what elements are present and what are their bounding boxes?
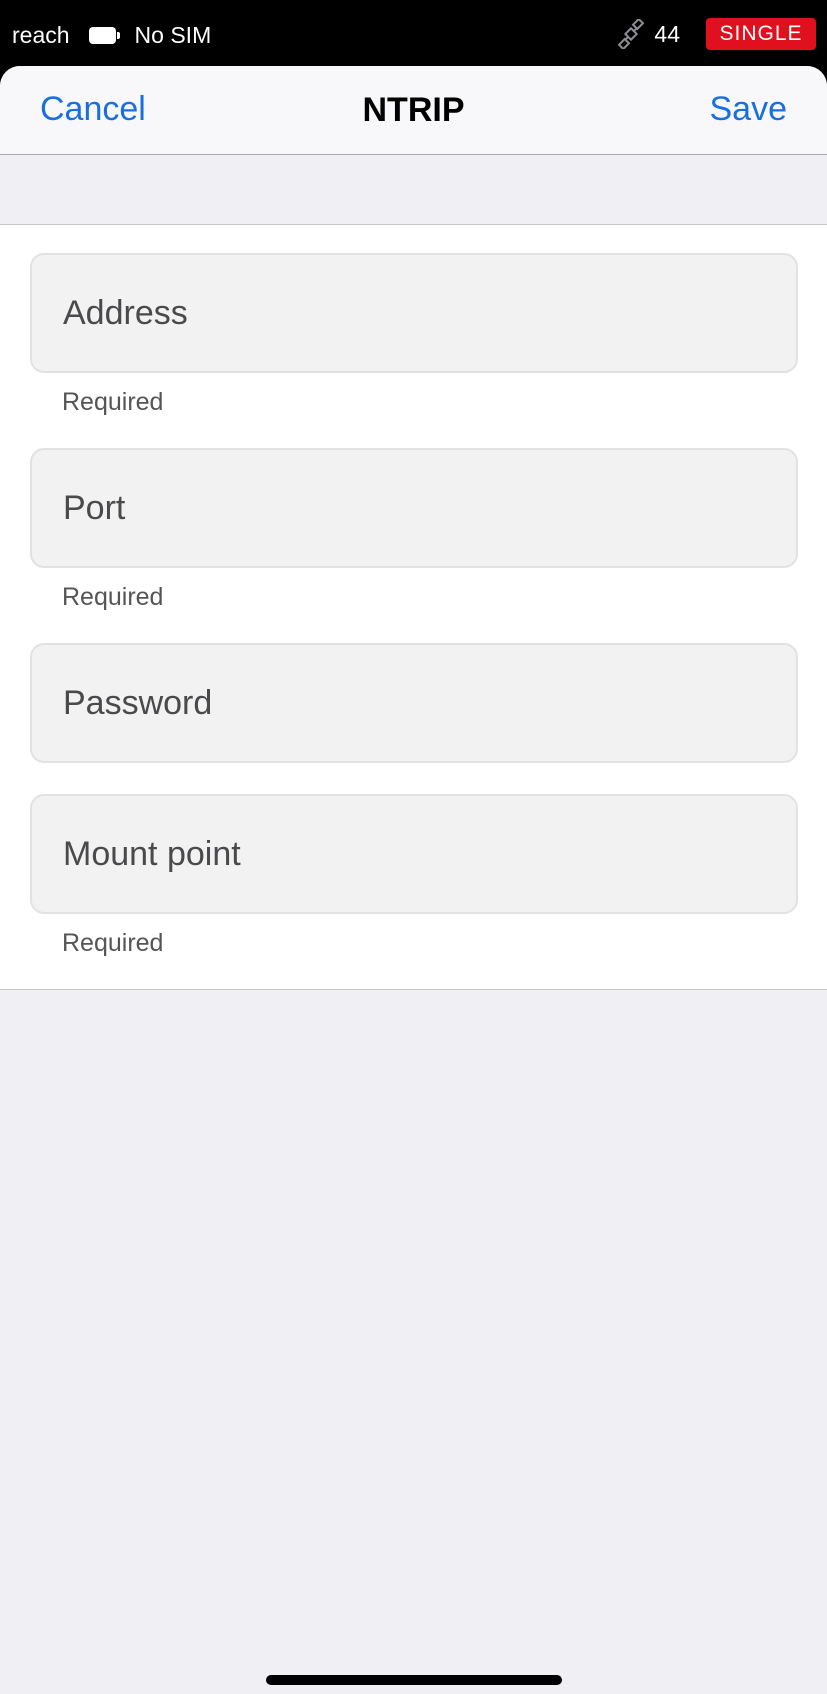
status-bar: reach No SIM 44 SINGLE: [0, 0, 827, 68]
solution-status-badge: SINGLE: [706, 18, 816, 50]
carrier-label: No SIM: [134, 21, 212, 48]
satellite-count: 44: [654, 20, 680, 47]
address-field-container[interactable]: [30, 253, 798, 373]
satellite-icon: [618, 19, 645, 49]
nav-bar: Cancel NTRIP Save: [0, 66, 827, 155]
password-input[interactable]: [32, 645, 796, 761]
status-right: 44 SINGLE: [616, 18, 816, 50]
mount-point-helper-text: Required: [62, 929, 164, 957]
mount-point-field-container[interactable]: [30, 794, 798, 914]
ntrip-form: Required Required Required: [0, 224, 827, 990]
save-button[interactable]: Save: [710, 90, 788, 129]
password-field-container[interactable]: [30, 643, 798, 763]
port-helper-text: Required: [62, 583, 164, 611]
app-name: reach: [12, 21, 70, 48]
status-left: reach No SIM: [12, 20, 211, 50]
mount-point-input[interactable]: [32, 796, 796, 912]
page-title: NTRIP: [362, 91, 465, 129]
ntrip-sheet: Cancel NTRIP Save Required Required Requ…: [0, 66, 827, 1694]
battery-icon: [88, 26, 120, 44]
address-helper-text: Required: [62, 388, 164, 416]
port-input[interactable]: [32, 450, 796, 566]
address-input[interactable]: [32, 255, 796, 371]
home-indicator[interactable]: [266, 1675, 562, 1685]
port-field-container[interactable]: [30, 448, 798, 568]
